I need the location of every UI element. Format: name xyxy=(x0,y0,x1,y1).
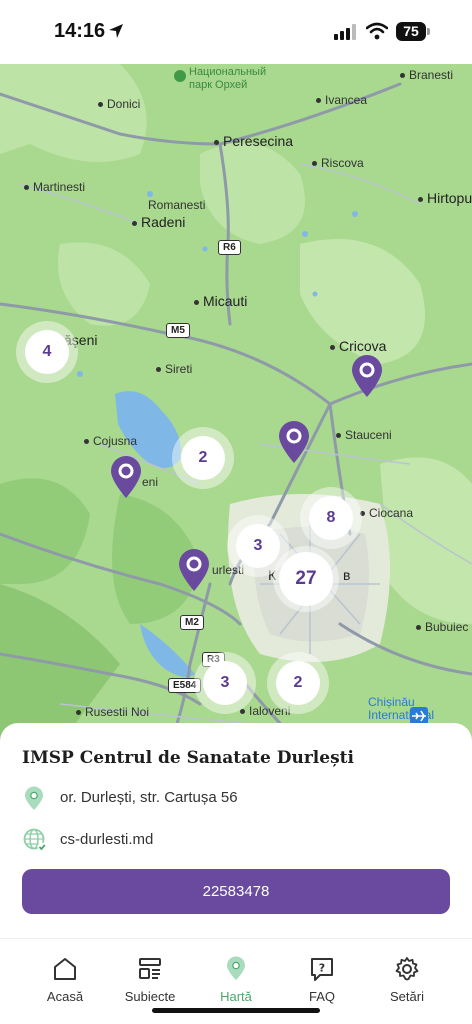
svg-text:?: ? xyxy=(319,962,325,975)
map-pin-selected-icon[interactable] xyxy=(177,548,211,592)
map-base-layer xyxy=(0,64,472,744)
place-martinesti: Martinesti xyxy=(24,180,85,194)
tab-harta[interactable]: Hartă xyxy=(196,955,276,1004)
place-peresecina: Peresecina xyxy=(214,133,293,149)
map-cluster[interactable]: 8 xyxy=(300,487,362,549)
status-bar: 14:16 75 xyxy=(0,0,472,64)
globe-icon xyxy=(23,828,47,852)
place-chisinau-end: в xyxy=(343,567,351,583)
place-rusestii-noi: Rusestii Noi xyxy=(76,705,149,719)
tab-label: Hartă xyxy=(220,989,252,1004)
faq-icon: ? xyxy=(311,958,333,981)
location-title: IMSP Centrul de Sanatate Durlești xyxy=(22,748,354,768)
map-pin-icon[interactable] xyxy=(350,354,384,398)
place-branesti: Branesti xyxy=(400,68,453,82)
park-icon xyxy=(174,70,186,82)
tab-setari[interactable]: Setări xyxy=(367,955,447,1004)
map-cluster[interactable]: 27 xyxy=(273,546,339,612)
place-riscova: Riscova xyxy=(312,156,364,170)
signal-icon xyxy=(334,24,356,40)
topics-icon xyxy=(139,958,161,979)
tab-faq[interactable]: ? FAQ xyxy=(282,955,362,1004)
park-label: Национальный парк Орхей xyxy=(189,66,267,91)
battery-indicator: 75 xyxy=(396,22,430,41)
place-radeni: Radeni xyxy=(132,214,185,230)
place-bubuieci: Bubuiec xyxy=(416,620,468,634)
map-cluster[interactable]: 2 xyxy=(267,652,329,714)
map-pin-icon xyxy=(227,956,245,980)
place-stauceni: Stauceni xyxy=(336,428,392,442)
place-bacioieni: eni xyxy=(142,475,159,489)
place-romanesti: Romanesti xyxy=(148,198,206,212)
road-m2: M2 xyxy=(180,615,204,630)
status-time: 14:16 xyxy=(54,20,106,42)
tab-label: Acasă xyxy=(46,989,84,1004)
map-cluster[interactable]: 4 xyxy=(16,321,78,383)
tab-acasa[interactable]: Acasă xyxy=(25,955,105,1004)
place-ivancea: Ivancea xyxy=(316,93,367,107)
home-indicator xyxy=(152,1008,320,1013)
map-pin-icon[interactable] xyxy=(277,420,311,464)
location-address: or. Durlești, str. Cartușa 56 xyxy=(60,789,238,806)
map-pin-icon[interactable] xyxy=(109,455,143,499)
place-donici: Donici xyxy=(98,97,140,111)
location-pin-icon xyxy=(25,786,43,810)
place-cojusna: Cojusna xyxy=(84,434,137,448)
location-details-sheet: IMSP Centrul de Sanatate Durlești or. Du… xyxy=(0,723,472,938)
road-r6: R6 xyxy=(218,240,241,255)
battery-level: 75 xyxy=(403,23,419,39)
map-cluster[interactable]: 3 xyxy=(194,652,256,714)
call-phone-button[interactable]: 22583478 xyxy=(22,869,450,914)
map-cluster[interactable]: 2 xyxy=(172,427,234,489)
tab-label: FAQ xyxy=(308,989,335,1004)
road-m5: M5 xyxy=(166,323,190,338)
place-cricova: Cricova xyxy=(330,338,386,354)
map-view[interactable]: Национальный парк Орхей Branesti Donici I… xyxy=(0,64,472,744)
place-sireti: Sireti xyxy=(156,362,192,376)
tab-label: Subiecte xyxy=(124,989,176,1004)
gear-icon xyxy=(395,957,419,981)
place-ciocana: Ciocana xyxy=(360,506,413,520)
tab-label: Setări xyxy=(390,989,424,1004)
tab-subiecte[interactable]: Subiecte xyxy=(110,955,190,1004)
place-micauti: Micauti xyxy=(194,293,247,309)
place-hirtopul: Hirtopul xyxy=(418,190,472,206)
home-icon xyxy=(54,958,76,980)
location-arrow-icon xyxy=(109,24,123,38)
location-website-link[interactable]: cs-durlesti.md xyxy=(60,831,153,848)
wifi-icon xyxy=(366,22,388,40)
